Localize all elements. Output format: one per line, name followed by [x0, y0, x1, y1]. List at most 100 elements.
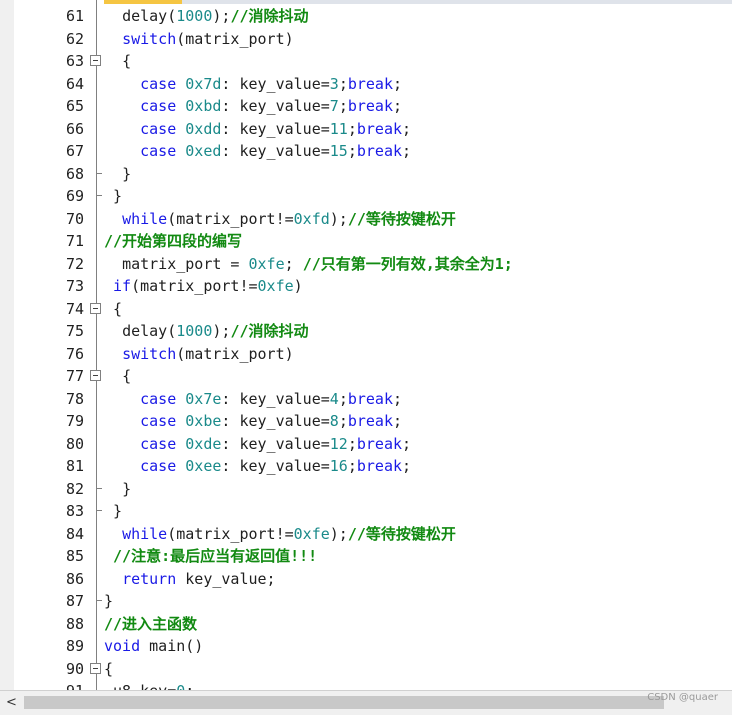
code-text[interactable]: case 0x7d: key_value=3;break;	[104, 73, 402, 95]
code-text[interactable]: case 0xbe: key_value=8;break;	[104, 410, 402, 432]
code-text[interactable]: if(matrix_port!=0xfe)	[104, 275, 303, 297]
code-text[interactable]: case 0x7e: key_value=4;break;	[104, 388, 402, 410]
number-token: 0x7e	[185, 389, 222, 408]
number-token: 0xfe	[293, 524, 330, 543]
code-line[interactable]: 75 delay(1000);//消除抖动	[0, 320, 732, 342]
code-text[interactable]: while(matrix_port!=0xfd);//等待按键松开	[104, 208, 456, 230]
code-text[interactable]: {	[104, 50, 131, 72]
scrollbar-thumb[interactable]	[24, 696, 664, 709]
code-line[interactable]: 85 //注意:最后应当有返回值!!!	[0, 545, 732, 567]
number-token: 0xed	[185, 142, 222, 160]
code-line[interactable]: 67 case 0xed: key_value=15;break;	[0, 140, 732, 162]
code-line[interactable]: 68 }	[0, 163, 732, 185]
code-text[interactable]: case 0xde: key_value=12;break;	[104, 433, 411, 455]
code-text[interactable]: //开始第四段的编写	[104, 230, 242, 252]
code-text[interactable]: //进入主函数	[104, 613, 197, 635]
active-tab-indicator[interactable]	[102, 0, 182, 4]
code-token: ;	[347, 119, 357, 138]
code-line[interactable]: 77 {	[0, 365, 732, 387]
code-text[interactable]: case 0xee: key_value=16;break;	[104, 455, 411, 477]
code-text[interactable]: {	[104, 365, 131, 387]
code-line[interactable]: 76 switch(matrix_port)	[0, 343, 732, 365]
code-line[interactable]: 89 void main()	[0, 635, 732, 657]
line-number: 63	[65, 52, 84, 70]
fold-toggle-icon[interactable]	[90, 302, 101, 314]
code-line[interactable]: 73 if(matrix_port!=0xfe)	[0, 275, 732, 297]
code-line[interactable]: 90 {	[0, 658, 732, 680]
code-text[interactable]: while(matrix_port!=0xfe);//等待按键松开	[104, 523, 456, 545]
horizontal-scrollbar[interactable]: <	[0, 690, 732, 715]
line-number: 79	[65, 412, 84, 430]
code-text[interactable]: delay(1000);//消除抖动	[104, 320, 308, 342]
scroll-left-arrow-icon[interactable]: <	[6, 695, 17, 710]
number-token: 8	[329, 412, 339, 430]
code-text[interactable]: delay(1000);//消除抖动	[104, 5, 308, 27]
code-text[interactable]: switch(matrix_port)	[104, 28, 294, 50]
code-line[interactable]: 62 switch(matrix_port)	[0, 28, 732, 50]
fold-toggle-icon[interactable]	[90, 55, 101, 66]
code-token: {	[122, 52, 132, 70]
code-line[interactable]: 79 case 0xbe: key_value=8;break;	[0, 410, 732, 432]
code-token: (matrix_port)	[176, 29, 294, 48]
code-line[interactable]: 66 case 0xdd: key_value=11;break;	[0, 118, 732, 140]
code-line[interactable]: 71 //开始第四段的编写	[0, 230, 732, 252]
code-text[interactable]: }	[104, 185, 122, 207]
line-number: 89	[65, 637, 84, 655]
code-text[interactable]: matrix_port = 0xfe; //只有第一列有效,其余全为1;	[104, 253, 513, 275]
code-text[interactable]: case 0xdd: key_value=11;break;	[104, 118, 411, 140]
code-line[interactable]: 88 //进入主函数	[0, 613, 732, 635]
code-line[interactable]: 78 case 0x7e: key_value=4;break;	[0, 388, 732, 410]
code-token: }	[122, 164, 132, 183]
code-text[interactable]: void main()	[104, 635, 203, 657]
code-line[interactable]: 87}	[0, 590, 732, 612]
code-text[interactable]: switch(matrix_port)	[104, 343, 294, 365]
code-line[interactable]: 84 while(matrix_port!=0xfe);//等待按键松开	[0, 523, 732, 545]
keyword-token: void	[104, 637, 141, 655]
code-token: ;	[347, 142, 357, 160]
code-line[interactable]: 69 }	[0, 185, 732, 207]
code-token: {	[122, 367, 132, 385]
code-text[interactable]: }	[104, 590, 113, 612]
code-line[interactable]: 64 case 0x7d: key_value=3;break;	[0, 73, 732, 95]
line-number: 82	[65, 479, 84, 498]
code-text[interactable]: //注意:最后应当有返回值!!!	[104, 545, 317, 567]
code-text[interactable]: {	[104, 658, 113, 680]
code-text[interactable]: return key_value;	[104, 568, 276, 590]
code-text[interactable]: case 0xbd: key_value=7;break;	[104, 95, 402, 117]
code-token: : key_value=	[221, 412, 330, 430]
code-text[interactable]: {	[104, 298, 122, 320]
code-line[interactable]: 61 delay(1000);//消除抖动	[0, 5, 732, 27]
line-number: 75	[65, 322, 84, 340]
code-line[interactable]: 74 {	[0, 298, 732, 320]
code-text[interactable]: }	[104, 500, 122, 522]
line-number: 71	[65, 232, 84, 250]
line-number: 68	[65, 164, 84, 183]
fold-toggle-icon[interactable]	[90, 370, 101, 381]
code-line[interactable]: 83 }	[0, 500, 732, 522]
code-line[interactable]: 72 matrix_port = 0xfe; //只有第一列有效,其余全为1;	[0, 253, 732, 275]
code-text[interactable]: case 0xed: key_value=15;break;	[104, 140, 411, 162]
code-line[interactable]: 70 while(matrix_port!=0xfd);//等待按键松开	[0, 208, 732, 230]
code-text[interactable]: }	[104, 163, 131, 185]
number-token: 1000	[176, 7, 213, 25]
keyword-token: case	[140, 119, 186, 138]
number-token: 12	[329, 434, 348, 453]
comment-token: //等待按键松开	[347, 524, 456, 543]
code-line[interactable]: 80 case 0xde: key_value=12;break;	[0, 433, 732, 455]
code-token: : key_value=	[221, 389, 330, 408]
line-number: 86	[65, 569, 84, 588]
code-line[interactable]: 81 case 0xee: key_value=16;break;	[0, 455, 732, 477]
line-number: 73	[65, 277, 84, 295]
line-number: 61	[65, 7, 84, 25]
code-token: {	[113, 299, 123, 318]
code-token: )	[293, 277, 303, 295]
code-line[interactable]: 86 return key_value;	[0, 568, 732, 590]
number-token: 16	[329, 457, 348, 475]
code-line[interactable]: 65 case 0xbd: key_value=7;break;	[0, 95, 732, 117]
code-token: );	[329, 209, 348, 228]
fold-toggle-icon[interactable]	[90, 662, 101, 674]
line-number: 87	[65, 592, 84, 610]
code-text[interactable]: }	[104, 478, 131, 500]
code-line[interactable]: 82 }	[0, 478, 732, 500]
code-line[interactable]: 63 {	[0, 50, 732, 72]
